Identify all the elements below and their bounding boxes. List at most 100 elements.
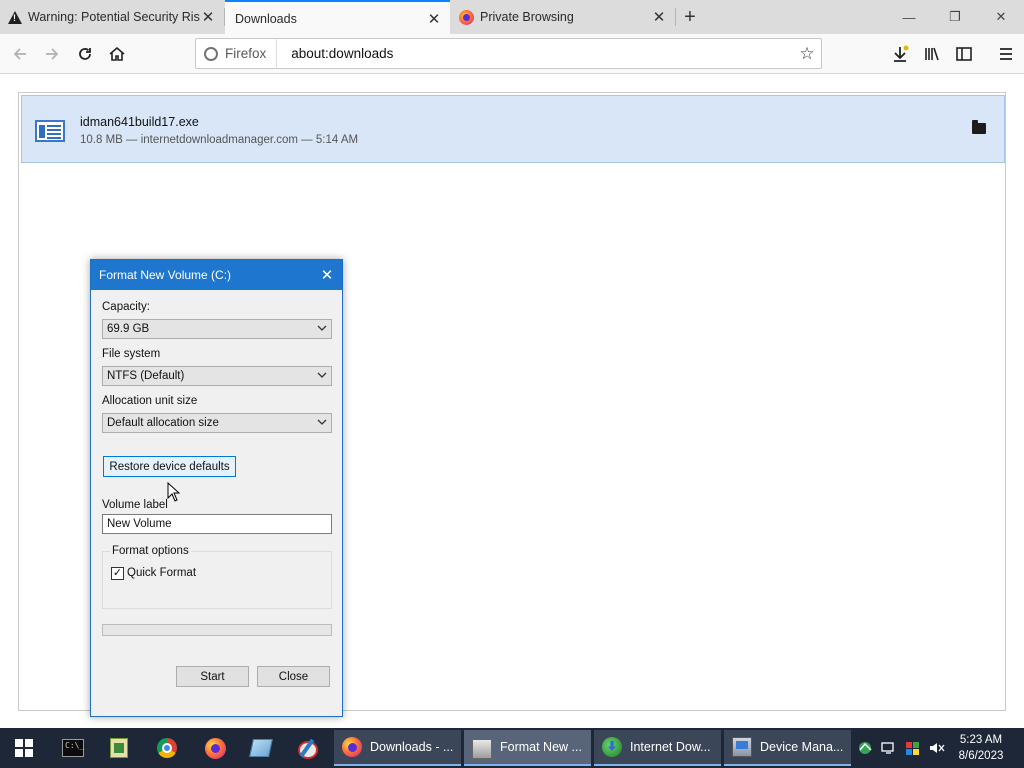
notebook-icon xyxy=(249,739,273,757)
quick-format-label[interactable]: Quick Format xyxy=(127,567,196,579)
capacity-select[interactable]: 69.9 GB xyxy=(102,319,332,339)
file-system-label: File system xyxy=(102,348,161,360)
clock-time: 5:23 AM xyxy=(959,734,1003,746)
bookmark-star-icon[interactable]: ☆ xyxy=(793,44,821,64)
system-clock[interactable]: 5:23 AM 8/6/2023 xyxy=(950,732,1012,764)
task-label: Device Mana... xyxy=(760,740,844,754)
task-label: Format New ... xyxy=(500,740,582,754)
allocation-unit-value: Default allocation size xyxy=(107,417,219,429)
chrome-icon xyxy=(157,738,177,758)
library-button[interactable] xyxy=(918,40,946,68)
volume-muted-icon[interactable] xyxy=(928,740,945,756)
device-manager-icon xyxy=(732,737,752,757)
download-item[interactable]: idman641build17.exe 10.8 MB — internetdo… xyxy=(21,95,1005,163)
window-close-button[interactable]: ✕ xyxy=(978,0,1024,34)
windows-logo-icon xyxy=(15,739,33,757)
tab-security-warning[interactable]: Warning: Potential Security Risk ✕ xyxy=(0,0,224,34)
allocation-unit-label: Allocation unit size xyxy=(102,395,198,407)
taskbar-task-format[interactable]: Format New ... xyxy=(464,730,591,766)
format-dialog: Format New Volume (C:) ✕ Capacity: 69.9 … xyxy=(90,259,343,717)
tab-close-icon[interactable]: ✕ xyxy=(426,11,442,28)
download-filename: idman641build17.exe xyxy=(80,115,199,129)
url-bar[interactable]: Firefox about:downloads ☆ xyxy=(195,38,822,69)
capacity-value: 69.9 GB xyxy=(107,323,150,335)
tab-private-browsing[interactable]: Private Browsing ✕ xyxy=(451,0,675,34)
taskbar-pin-chrome[interactable] xyxy=(144,728,190,768)
tab-downloads[interactable]: Downloads ✕ xyxy=(225,0,450,35)
tab-strip: Warning: Potential Security Risk ✕ Downl… xyxy=(0,0,1024,35)
identity-label: Firefox xyxy=(225,46,267,61)
minimize-button[interactable]: — xyxy=(886,0,932,34)
home-icon xyxy=(109,46,125,61)
firefox-icon xyxy=(459,9,474,25)
tab-separator xyxy=(675,8,676,26)
drive-icon xyxy=(472,739,492,759)
menu-button[interactable] xyxy=(992,40,1020,68)
format-options-group: Format options ✓ Quick Format xyxy=(102,545,332,609)
hamburger-menu-icon xyxy=(1000,48,1012,60)
dialog-title: Format New Volume (C:) xyxy=(99,268,232,282)
download-arrow-icon xyxy=(894,45,909,62)
tray-network-share-icon[interactable] xyxy=(857,740,874,756)
warning-icon xyxy=(8,10,22,24)
taskbar-task-idm[interactable]: Internet Dow... xyxy=(594,730,721,766)
firefox-icon xyxy=(342,737,362,757)
allocation-unit-select[interactable]: Default allocation size xyxy=(102,413,332,433)
volume-label-input[interactable]: New Volume xyxy=(102,514,332,534)
open-folder-icon[interactable] xyxy=(972,120,986,134)
firefox-identity-icon xyxy=(204,46,218,61)
restore-button[interactable]: ❐ xyxy=(932,0,978,34)
format-progress-bar xyxy=(102,624,332,636)
new-tab-button[interactable]: + xyxy=(678,5,702,29)
task-label: Downloads - ... xyxy=(370,740,454,754)
library-icon xyxy=(925,47,939,61)
format-options-legend: Format options xyxy=(110,545,191,557)
forward-arrow-icon xyxy=(46,48,59,60)
dialog-close-icon[interactable]: ✕ xyxy=(316,264,338,286)
taskbar-pin-tool[interactable] xyxy=(284,728,330,768)
sidebar-button[interactable] xyxy=(950,40,978,68)
sidebar-icon xyxy=(956,47,972,61)
reload-icon xyxy=(79,48,91,60)
tab-title: Private Browsing xyxy=(480,10,574,24)
tray-display-icon[interactable] xyxy=(904,740,921,756)
volume-label-label: Volume label xyxy=(102,499,168,511)
chevron-down-icon xyxy=(317,417,327,430)
navigation-toolbar: Firefox about:downloads ☆ xyxy=(0,34,1024,74)
idm-icon xyxy=(602,737,622,757)
back-arrow-icon xyxy=(13,48,26,60)
start-button[interactable] xyxy=(0,728,48,768)
tab-title: Warning: Potential Security Risk xyxy=(28,10,200,24)
chevron-down-icon xyxy=(317,323,327,336)
tray-network-icon[interactable] xyxy=(880,740,897,756)
reload-button[interactable] xyxy=(71,40,99,68)
url-input[interactable]: about:downloads xyxy=(277,46,793,61)
taskbar-task-device-manager[interactable]: Device Mana... xyxy=(724,730,851,766)
chevron-down-icon xyxy=(317,370,327,383)
taskbar-task-downloads[interactable]: Downloads - ... xyxy=(334,730,461,766)
clock-date: 8/6/2023 xyxy=(958,750,1004,762)
quick-format-checkbox[interactable]: ✓ xyxy=(111,567,124,580)
home-button[interactable] xyxy=(103,40,131,68)
exe-file-icon xyxy=(35,120,65,142)
spreadsheet-icon xyxy=(110,738,128,758)
tab-close-icon[interactable]: ✕ xyxy=(651,9,667,26)
file-system-value: NTFS (Default) xyxy=(107,370,185,382)
file-system-select[interactable]: NTFS (Default) xyxy=(102,366,332,386)
task-label: Internet Dow... xyxy=(630,740,711,754)
forward-button[interactable] xyxy=(38,40,66,68)
taskbar: C:\_ Downloads - ... Format New ... Inte… xyxy=(0,728,1024,768)
download-details: 10.8 MB — internetdownloadmanager.com — … xyxy=(80,134,359,146)
taskbar-pin-spreadsheet[interactable] xyxy=(96,728,142,768)
taskbar-pin-notebook[interactable] xyxy=(238,728,284,768)
close-button[interactable]: Close xyxy=(257,666,330,687)
downloads-button[interactable] xyxy=(886,40,914,68)
taskbar-pin-firefox[interactable] xyxy=(192,728,238,768)
restore-defaults-button[interactable]: Restore device defaults xyxy=(103,456,236,477)
dialog-title-bar: Format New Volume (C:) ✕ xyxy=(91,260,342,290)
back-button[interactable] xyxy=(6,40,34,68)
taskbar-pin-cmd[interactable]: C:\_ xyxy=(50,728,96,768)
start-button[interactable]: Start xyxy=(176,666,249,687)
identity-box[interactable]: Firefox xyxy=(196,39,278,68)
tab-close-icon[interactable]: ✕ xyxy=(200,9,216,26)
